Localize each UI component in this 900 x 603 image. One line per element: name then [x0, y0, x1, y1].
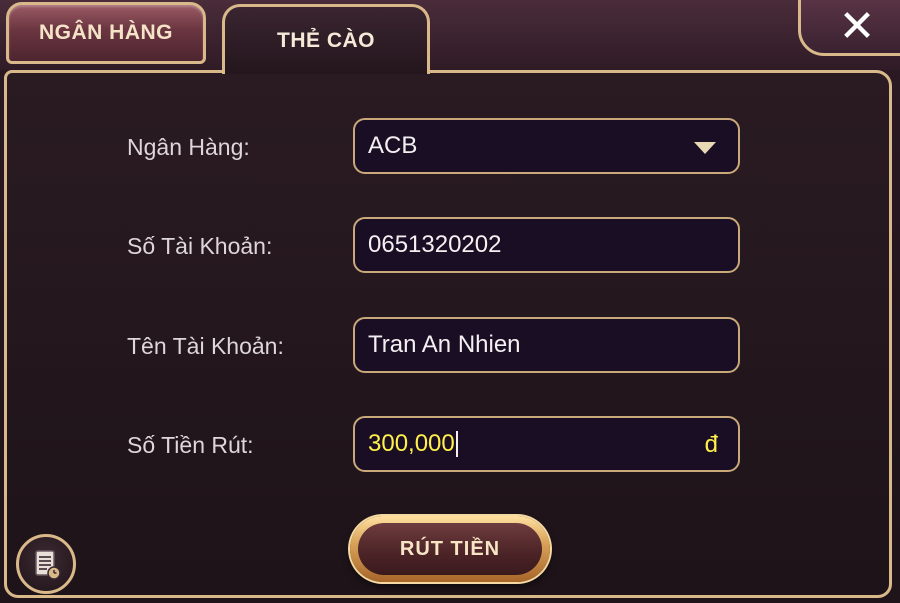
- account-name-input[interactable]: Tran An Nhien: [353, 317, 740, 373]
- amount-label: Số Tiền Rút:: [127, 432, 254, 458]
- account-number-label: Số Tài Khoản:: [127, 233, 273, 259]
- tab-bank[interactable]: NGÂN HÀNG: [6, 2, 206, 64]
- account-number-value: 0651320202: [368, 231, 502, 258]
- account-name-value: Tran An Nhien: [368, 331, 521, 358]
- text-cursor: [455, 431, 458, 457]
- withdraw-dialog: NGÂN HÀNG THẺ CÀO ✕ Ngân Hàng: ACB Số Tà…: [0, 0, 900, 603]
- account-name-label: Tên Tài Khoản:: [127, 333, 284, 359]
- currency-symbol: đ: [704, 431, 718, 458]
- history-button[interactable]: [16, 534, 76, 594]
- bank-select[interactable]: ACB: [353, 118, 740, 174]
- withdraw-button-label: RÚT TIỀN: [358, 523, 542, 575]
- amount-value: 300,000: [368, 430, 455, 457]
- tab-card-label: THẺ CÀO: [277, 28, 375, 52]
- chevron-down-icon: [694, 142, 716, 154]
- tab-bank-label: NGÂN HÀNG: [39, 21, 173, 44]
- close-button[interactable]: ✕: [822, 0, 892, 52]
- amount-input[interactable]: 300,000 đ: [353, 416, 740, 472]
- bank-select-value: ACB: [368, 132, 418, 159]
- account-number-input[interactable]: 0651320202: [353, 217, 740, 273]
- tab-card[interactable]: THẺ CÀO: [222, 4, 430, 74]
- close-icon: ✕: [838, 0, 876, 52]
- withdraw-button[interactable]: RÚT TIỀN: [350, 516, 550, 582]
- bank-label: Ngân Hàng:: [127, 134, 250, 160]
- history-icon: [35, 550, 61, 580]
